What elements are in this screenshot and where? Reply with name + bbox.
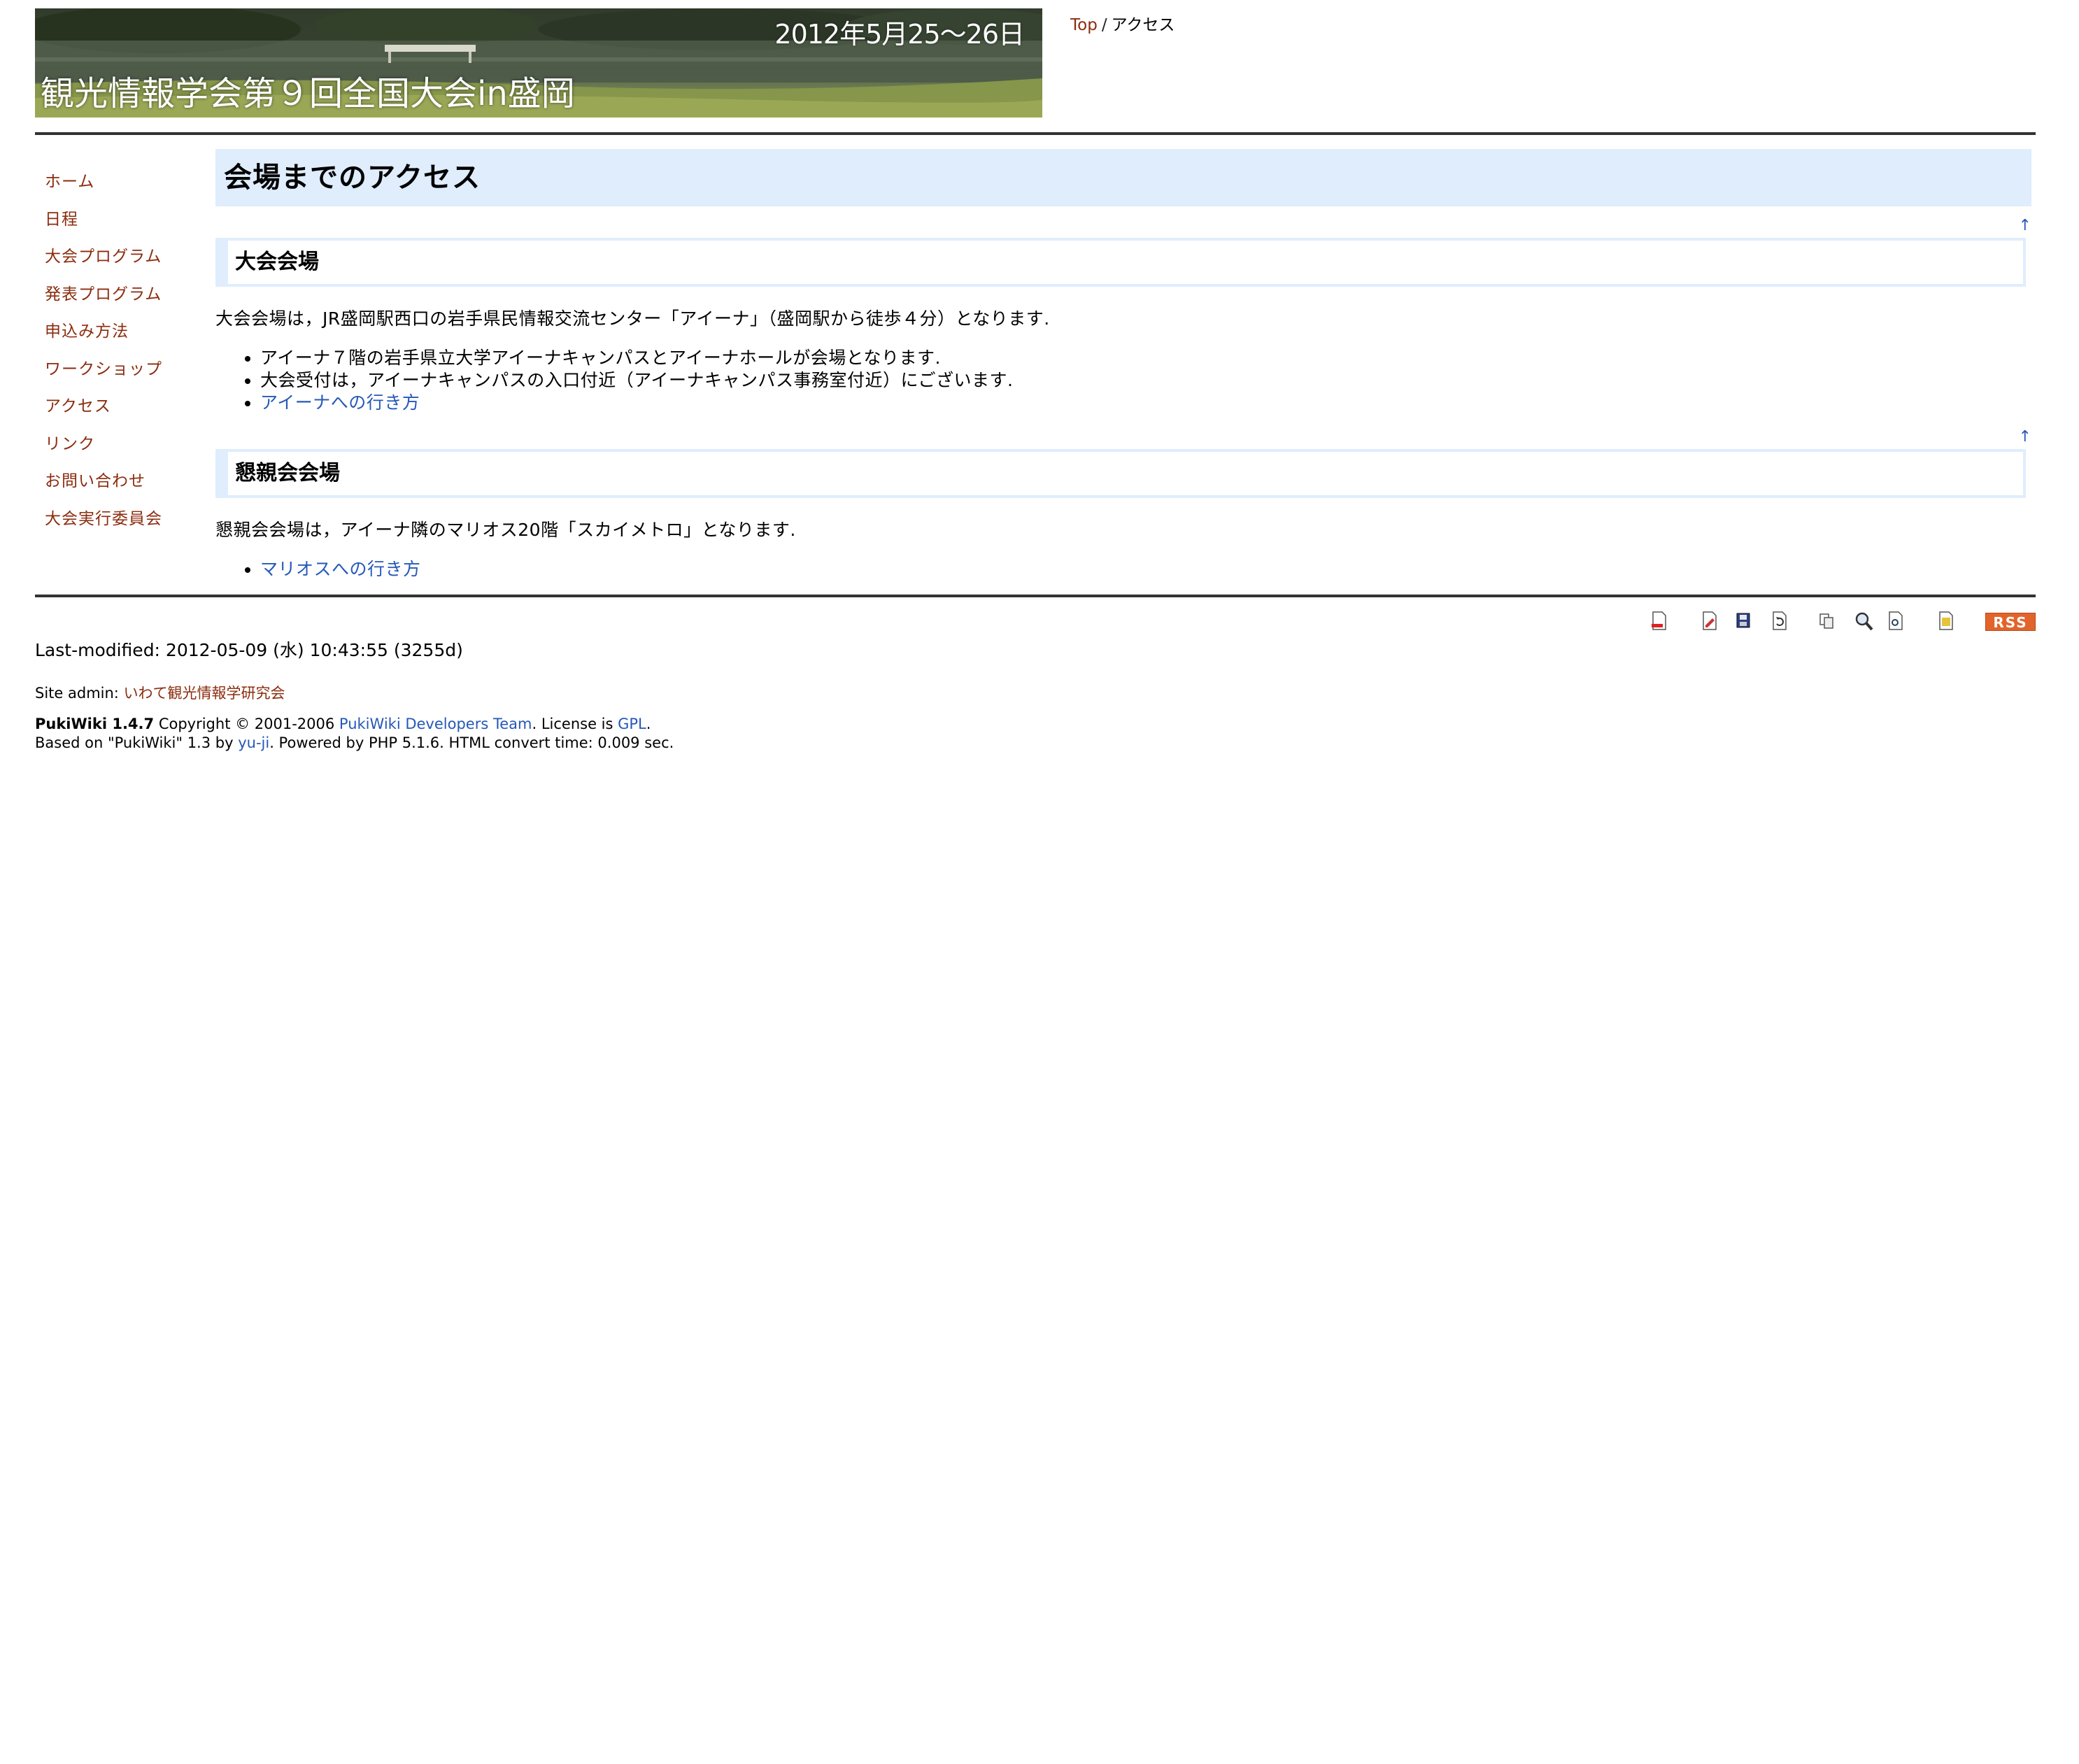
venue-list: アイーナ７階の岩手県立大学アイーナキャンパスとアイーナホールが会場となります. … bbox=[215, 347, 2031, 414]
section-heading-reception: 懇親会会場 bbox=[215, 449, 2026, 498]
sidebar-item-conference-program: 大会プログラム bbox=[45, 243, 206, 280]
aiina-directions-link[interactable]: アイーナへの行き方 bbox=[260, 392, 420, 413]
sidebar-link-presentation-program[interactable]: 発表プログラム bbox=[45, 285, 162, 304]
sidebar-link-access[interactable]: アクセス bbox=[45, 397, 111, 415]
license-end: . bbox=[646, 716, 651, 732]
sidebar-link-workshop[interactable]: ワークショップ bbox=[45, 360, 162, 378]
license-link[interactable]: GPL bbox=[618, 716, 646, 732]
venue-paragraph: 大会会場は，JR盛岡駅西口の岩手県民情報交流センター「アイーナ」（盛岡駅から徒歩… bbox=[215, 308, 1050, 329]
section-heading-venue: 大会会場 bbox=[215, 238, 2026, 287]
sidebar-item-home: ホーム bbox=[45, 168, 206, 206]
toolbar: RSS bbox=[1644, 610, 2036, 634]
site-admin-label: Site admin: bbox=[35, 685, 119, 702]
sidebar-link-registration[interactable]: 申込み方法 bbox=[45, 322, 129, 341]
list-item: 大会受付は，アイーナキャンパスの入口付近（アイーナキャンパス事務室付近）にござい… bbox=[260, 369, 2031, 392]
copy-icon[interactable] bbox=[1817, 610, 1837, 632]
anchor-row-1: ↑ bbox=[215, 218, 2031, 234]
breadcrumb: Top / アクセス bbox=[1070, 11, 1175, 35]
sidebar-item-presentation-program: 発表プログラム bbox=[45, 280, 206, 318]
based-on-text: Based on "PukiWiki" 1.3 by bbox=[35, 734, 239, 751]
edit-icon[interactable] bbox=[1700, 610, 1719, 632]
site-admin: Site admin: いわて観光情報学研究会 bbox=[35, 682, 285, 703]
breadcrumb-current: アクセス bbox=[1111, 16, 1175, 34]
signature-line-2: Based on "PukiWiki" 1.3 by yu-ji. Powere… bbox=[35, 734, 674, 753]
reception-list: マリオスへの行き方 bbox=[215, 558, 2031, 581]
page-title: 会場までのアクセス bbox=[215, 149, 2031, 206]
header: 2012年5月25〜26日 観光情報学会第９回全国大会in盛岡 Top / アクセス bbox=[35, 8, 2036, 118]
list-item: アイーナへの行き方 bbox=[260, 392, 2031, 414]
list-icon[interactable] bbox=[1886, 610, 1906, 632]
sidebar-menu: ホーム 日程 大会プログラム 発表プログラム 申込み方法 ワークショップ アクセ… bbox=[45, 168, 206, 542]
rss-button[interactable]: RSS bbox=[1985, 613, 2036, 631]
help-icon[interactable] bbox=[1936, 610, 1956, 632]
sidebar-link-links[interactable]: リンク bbox=[45, 435, 95, 453]
sidebar-item-workshop: ワークショップ bbox=[45, 355, 206, 393]
header-divider bbox=[35, 132, 2036, 135]
sidebar-item-registration: 申込み方法 bbox=[45, 318, 206, 355]
sidebar-link-schedule[interactable]: 日程 bbox=[45, 211, 78, 229]
reception-paragraph: 懇親会会場は，アイーナ隣のマリオス20階「スカイメトロ」となります. bbox=[215, 520, 796, 540]
license-text: . License is bbox=[532, 716, 618, 732]
sidebar-item-schedule: 日程 bbox=[45, 206, 206, 243]
search-icon[interactable] bbox=[1854, 610, 1873, 632]
signature: PukiWiki 1.4.7 Copyright © 2001-2006 Puk… bbox=[35, 715, 674, 753]
banner-title: 観光情報学会第９回全国大会in盛岡 bbox=[41, 74, 575, 113]
powered-text: . Powered by PHP 5.1.6. HTML convert tim… bbox=[269, 734, 674, 751]
new-page-icon[interactable] bbox=[1649, 610, 1669, 632]
sidebar-item-links: リンク bbox=[45, 430, 206, 468]
backup-icon[interactable] bbox=[1733, 610, 1753, 632]
sidebar-link-contact[interactable]: お問い合わせ bbox=[45, 472, 146, 490]
breadcrumb-separator: / bbox=[1101, 16, 1107, 34]
marios-directions-link[interactable]: マリオスへの行き方 bbox=[260, 559, 421, 579]
sidebar-link-conference-program[interactable]: 大会プログラム bbox=[45, 248, 162, 266]
site-banner-logo[interactable]: 2012年5月25〜26日 観光情報学会第９回全国大会in盛岡 bbox=[35, 8, 1042, 118]
breadcrumb-top-link[interactable]: Top bbox=[1070, 16, 1098, 34]
developers-link[interactable]: PukiWiki Developers Team bbox=[339, 716, 532, 732]
author-link[interactable]: yu-ji bbox=[238, 734, 269, 751]
list-item: アイーナ７階の岩手県立大学アイーナキャンパスとアイーナホールが会場となります. bbox=[260, 347, 2031, 369]
back-to-top-arrow-1[interactable]: ↑ bbox=[2019, 217, 2031, 234]
pukiwiki-version: PukiWiki 1.4.7 bbox=[35, 716, 155, 732]
anchor-row-2: ↑ bbox=[215, 429, 2031, 445]
sidebar-item-contact: お問い合わせ bbox=[45, 467, 206, 505]
sidebar-link-committee[interactable]: 大会実行委員会 bbox=[45, 510, 162, 528]
sidebar-link-home[interactable]: ホーム bbox=[45, 173, 94, 191]
copyright-text: Copyright © 2001-2006 bbox=[154, 716, 339, 732]
banner-date: 2012年5月25〜26日 bbox=[774, 19, 1025, 50]
footer-divider bbox=[35, 595, 2036, 597]
site-admin-link[interactable]: いわて観光情報学研究会 bbox=[124, 685, 285, 702]
sidebar-item-access: アクセス bbox=[45, 392, 206, 430]
signature-line-1: PukiWiki 1.4.7 Copyright © 2001-2006 Puk… bbox=[35, 715, 674, 734]
main-content: 会場までのアクセス ↑ 大会会場 大会会場は，JR盛岡駅西口の岩手県民情報交流セ… bbox=[215, 149, 2031, 581]
list-item: マリオスへの行き方 bbox=[260, 558, 2031, 581]
sidebar-item-committee: 大会実行委員会 bbox=[45, 505, 206, 543]
back-to-top-arrow-2[interactable]: ↑ bbox=[2019, 428, 2031, 446]
diff-icon[interactable] bbox=[1770, 610, 1789, 632]
last-modified: Last-modified: 2012-05-09 (水) 10:43:55 (… bbox=[35, 640, 463, 660]
